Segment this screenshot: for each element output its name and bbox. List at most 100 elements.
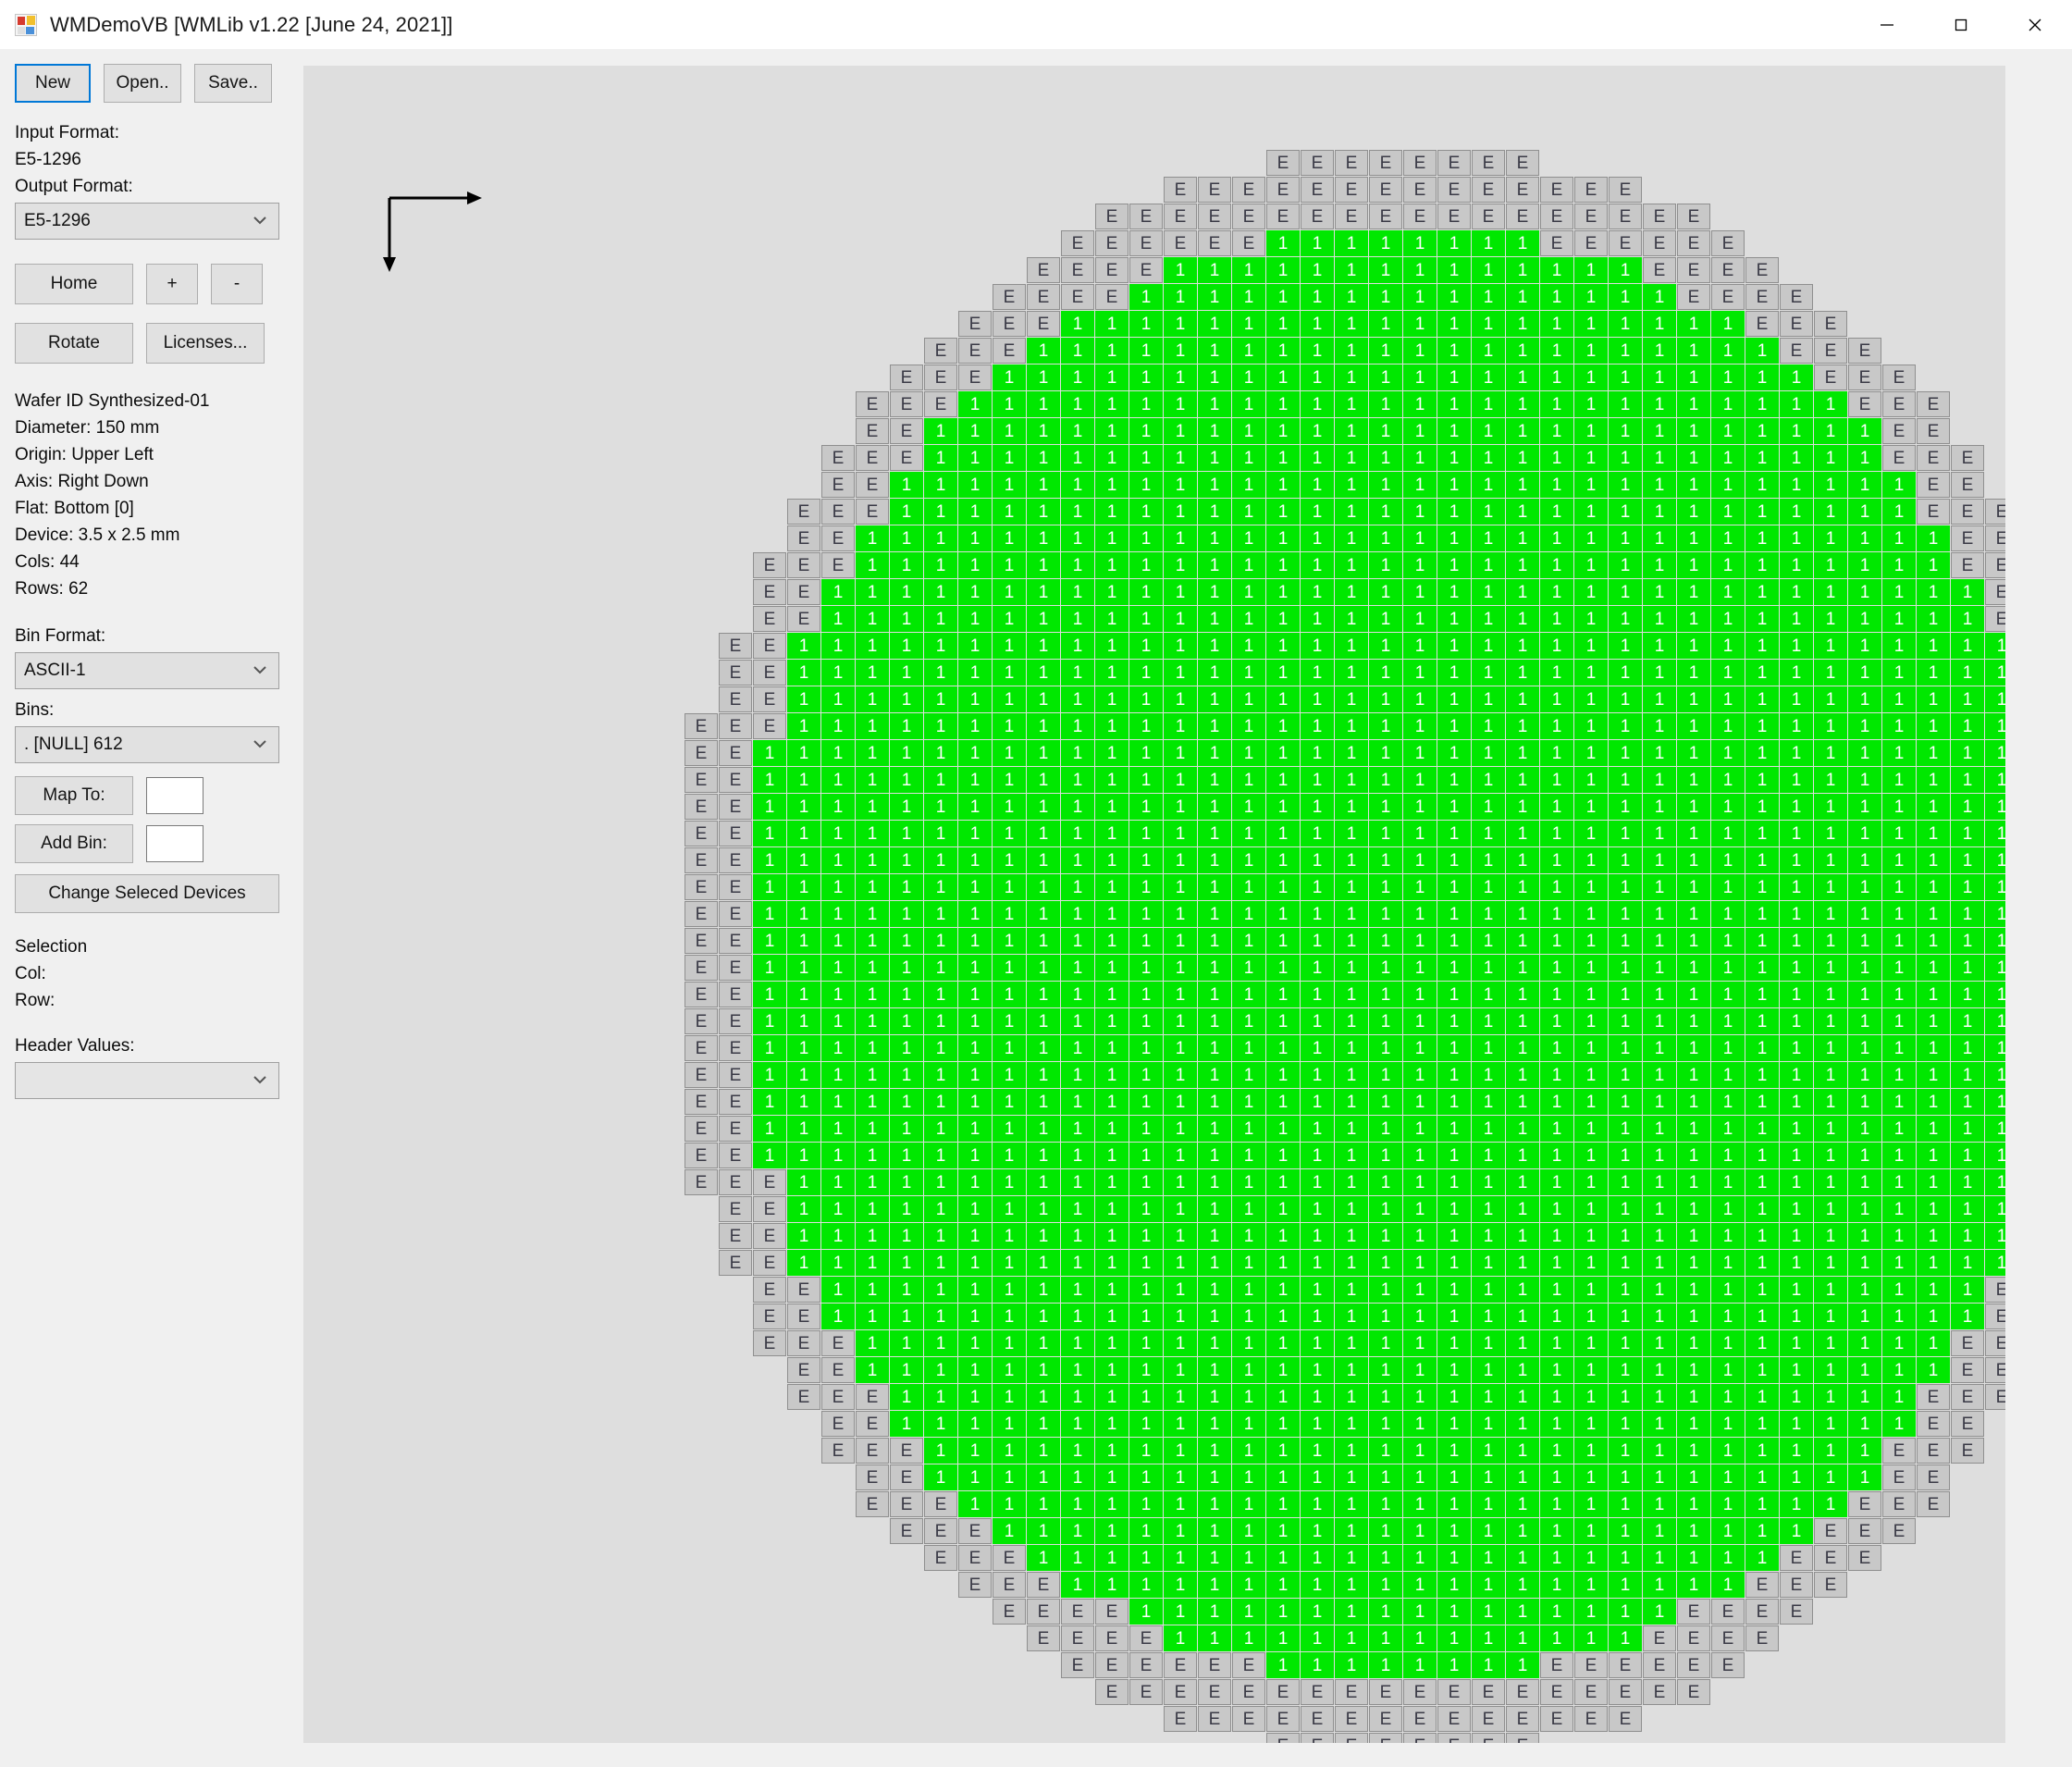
die-cell[interactable]: 1	[1301, 1572, 1334, 1598]
die-cell[interactable]: 1	[1574, 1464, 1608, 1490]
die-cell[interactable]: E	[719, 1008, 752, 1034]
die-cell[interactable]: 1	[1301, 1223, 1334, 1249]
die-cell[interactable]: E	[1917, 1491, 1950, 1517]
die-cell[interactable]: 1	[1266, 955, 1300, 981]
die-cell[interactable]: 1	[1095, 1143, 1128, 1168]
die-cell[interactable]: 1	[1232, 1035, 1265, 1061]
die-cell[interactable]: 1	[1164, 686, 1197, 712]
die-cell[interactable]: 1	[1335, 1599, 1368, 1625]
die-cell[interactable]: 1	[1335, 686, 1368, 712]
die-cell[interactable]: 1	[1711, 928, 1745, 954]
die-cell[interactable]: E	[1403, 150, 1437, 176]
die-cell[interactable]: 1	[924, 847, 957, 873]
die-cell[interactable]: 1	[1061, 633, 1094, 659]
die-cell[interactable]: 1	[1711, 365, 1745, 390]
die-cell[interactable]: E	[787, 499, 820, 525]
die-cell[interactable]: E	[753, 633, 786, 659]
die-cell[interactable]: E	[787, 1384, 820, 1410]
die-cell[interactable]: 1	[1027, 901, 1060, 927]
die-cell[interactable]: 1	[1985, 794, 2005, 820]
die-cell[interactable]: 1	[890, 686, 923, 712]
die-cell[interactable]: 1	[1095, 982, 1128, 1007]
die-cell[interactable]: 1	[1677, 1143, 1710, 1168]
die-cell[interactable]: E	[1745, 1625, 1779, 1651]
die-cell[interactable]: 1	[1232, 1277, 1265, 1303]
die-cell[interactable]: 1	[753, 1089, 786, 1115]
die-cell[interactable]: E	[719, 1169, 752, 1195]
die-cell[interactable]: 1	[958, 472, 992, 498]
die-cell[interactable]: 1	[1437, 955, 1471, 981]
die-cell[interactable]: 1	[1643, 1599, 1676, 1625]
die-cell[interactable]: 1	[1403, 391, 1437, 417]
die-cell[interactable]: 1	[1198, 257, 1231, 283]
die-cell[interactable]: 1	[1164, 311, 1197, 337]
die-cell[interactable]: 1	[1266, 686, 1300, 712]
die-cell[interactable]: 1	[1540, 1464, 1573, 1490]
die-cell[interactable]: 1	[1609, 767, 1642, 793]
open-button[interactable]: Open..	[104, 64, 181, 103]
die-cell[interactable]: E	[890, 365, 923, 390]
die-cell[interactable]: 1	[1129, 606, 1163, 632]
die-cell[interactable]: 1	[1198, 1411, 1231, 1437]
die-cell[interactable]: 1	[993, 713, 1026, 739]
die-cell[interactable]: 1	[1848, 606, 1881, 632]
die-cell[interactable]: 1	[1472, 1652, 1505, 1678]
die-cell[interactable]: 1	[958, 1357, 992, 1383]
die-cell[interactable]: 1	[1917, 767, 1950, 793]
die-cell[interactable]: 1	[1437, 1304, 1471, 1329]
die-cell[interactable]: 1	[1095, 1384, 1128, 1410]
die-cell[interactable]: 1	[1574, 391, 1608, 417]
die-cell[interactable]: 1	[890, 579, 923, 605]
die-cell[interactable]: 1	[1745, 1143, 1779, 1168]
die-cell[interactable]: 1	[1266, 1572, 1300, 1598]
die-cell[interactable]: E	[1643, 1679, 1676, 1705]
die-cell[interactable]: 1	[1198, 1304, 1231, 1329]
die-cell[interactable]: 1	[1403, 1062, 1437, 1088]
die-cell[interactable]: 1	[1301, 1625, 1334, 1651]
die-cell[interactable]: 1	[1164, 606, 1197, 632]
die-cell[interactable]: 1	[1437, 606, 1471, 632]
die-cell[interactable]: 1	[924, 686, 957, 712]
die-cell[interactable]: E	[1711, 1652, 1745, 1678]
die-cell[interactable]: 1	[1164, 1384, 1197, 1410]
die-cell[interactable]: E	[1095, 284, 1128, 310]
die-cell[interactable]: 1	[1164, 1304, 1197, 1329]
die-cell[interactable]: 1	[1540, 1357, 1573, 1383]
die-cell[interactable]: 1	[1027, 418, 1060, 444]
die-cell[interactable]: 1	[856, 606, 889, 632]
die-cell[interactable]: 1	[1540, 445, 1573, 471]
die-cell[interactable]: 1	[1574, 928, 1608, 954]
die-cell[interactable]: 1	[1745, 982, 1779, 1007]
die-cell[interactable]: 1	[1437, 1196, 1471, 1222]
die-cell[interactable]: 1	[1848, 1411, 1881, 1437]
die-cell[interactable]: E	[1369, 1733, 1402, 1743]
die-cell[interactable]: 1	[1506, 445, 1539, 471]
die-cell[interactable]: 1	[1232, 982, 1265, 1007]
die-cell[interactable]: 1	[958, 1330, 992, 1356]
die-cell[interactable]: 1	[1711, 472, 1745, 498]
die-cell[interactable]: 1	[1780, 740, 1813, 766]
die-cell[interactable]: 1	[1198, 1357, 1231, 1383]
die-cell[interactable]: 1	[1643, 767, 1676, 793]
die-cell[interactable]: E	[1129, 257, 1163, 283]
die-cell[interactable]: 1	[1540, 579, 1573, 605]
die-cell[interactable]: 1	[787, 955, 820, 981]
die-cell[interactable]: 1	[1437, 230, 1471, 256]
die-cell[interactable]: 1	[1574, 311, 1608, 337]
die-cell[interactable]: 1	[1780, 1223, 1813, 1249]
die-cell[interactable]: 1	[1061, 1572, 1094, 1598]
die-cell[interactable]: 1	[1780, 1062, 1813, 1088]
die-cell[interactable]: 1	[1061, 606, 1094, 632]
die-cell[interactable]: 1	[1506, 1572, 1539, 1598]
die-cell[interactable]: 1	[1814, 1411, 1847, 1437]
die-cell[interactable]: 1	[1506, 1491, 1539, 1517]
die-cell[interactable]: 1	[1198, 1062, 1231, 1088]
die-cell[interactable]: 1	[1369, 1089, 1402, 1115]
die-cell[interactable]: E	[1437, 1733, 1471, 1743]
die-cell[interactable]: 1	[1848, 1438, 1881, 1464]
die-cell[interactable]: 1	[1574, 338, 1608, 364]
die-cell[interactable]: 1	[1266, 230, 1300, 256]
die-cell[interactable]: 1	[1437, 821, 1471, 846]
die-cell[interactable]: 1	[1643, 472, 1676, 498]
die-cell[interactable]: 1	[1027, 633, 1060, 659]
